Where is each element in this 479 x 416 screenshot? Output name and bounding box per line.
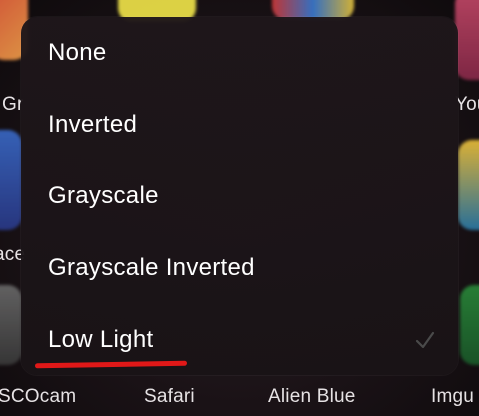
menu-item-grayscale[interactable]: Grayscale [21,160,458,232]
menu-item-label: None [48,39,107,66]
menu-item-inverted[interactable]: Inverted [21,89,458,161]
menu-item-grayscale-inverted[interactable]: Grayscale Inverted [21,232,458,304]
menu-item-label: Grayscale [48,182,159,209]
home-screen-background: Gr You ace SCOcam Safari Alien Blue Imgu… [0,0,479,416]
menu-item-label: Low Light [48,326,154,353]
menu-item-label: Grayscale Inverted [48,254,255,281]
app-icon-mid-left[interactable] [0,130,22,230]
app-label-you: You [455,94,479,115]
checkmark-icon [415,331,435,349]
app-icon-bottom-right[interactable] [460,285,479,365]
menu-item-none[interactable]: None [21,17,458,89]
app-label-imgur: Imgu [431,386,475,407]
app-icon-bottom-left[interactable] [0,285,22,365]
app-label-safari: Safari [144,386,195,407]
accessibility-filter-menu: None Inverted Grayscale Grayscale Invert… [21,17,458,375]
app-icon-top-right[interactable] [455,0,479,80]
app-label-vscocam: SCOcam [0,386,77,407]
app-label-alien-blue: Alien Blue [268,386,356,407]
app-icon-mid-right[interactable] [458,140,479,230]
menu-item-label: Inverted [48,111,138,138]
